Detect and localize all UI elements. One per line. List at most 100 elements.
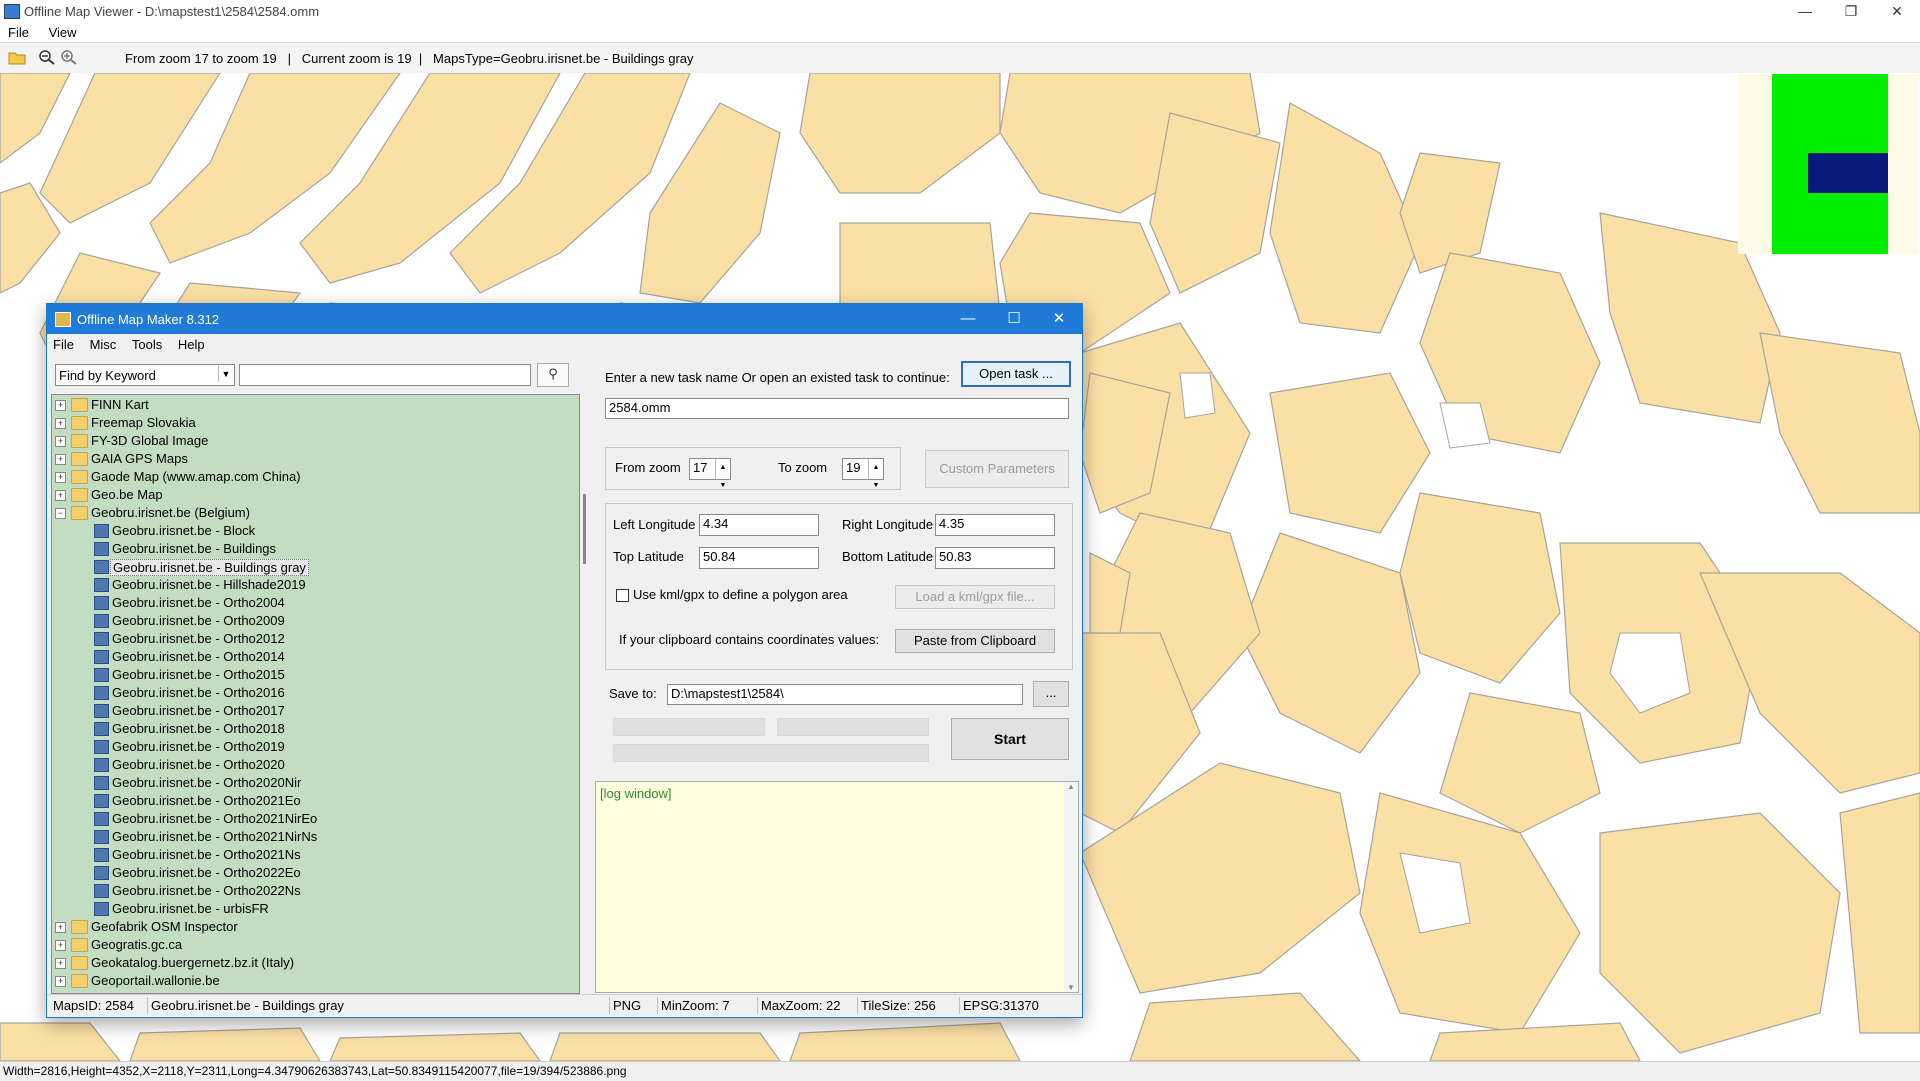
tree-folder-item[interactable]: + Geofabrik OSM Inspector <box>52 918 572 936</box>
start-button[interactable]: Start <box>951 718 1069 760</box>
log-window[interactable]: [log window] ▲ ▼ <box>595 781 1079 993</box>
left-longitude-input[interactable]: 4.34 <box>699 514 819 536</box>
tree-scrollbar[interactable] <box>580 394 592 992</box>
tree-map-item[interactable]: Geobru.irisnet.be - Hillshade2019 <box>52 576 572 594</box>
tree-map-item[interactable]: Geobru.irisnet.be - Ortho2017 <box>52 702 572 720</box>
expand-icon[interactable]: + <box>55 958 66 969</box>
search-mode-select[interactable]: Find by Keyword ▼ <box>55 364 235 386</box>
zoom-in-icon[interactable] <box>60 49 78 65</box>
tree-item-label: Geobru.irisnet.be - Ortho2019 <box>112 739 285 754</box>
tree-map-item[interactable]: Geobru.irisnet.be - Block <box>52 522 572 540</box>
dialog-menu-tools[interactable]: Tools <box>126 334 168 352</box>
tree-map-item[interactable]: Geobru.irisnet.be - Ortho2022Ns <box>52 882 572 900</box>
tree-map-item[interactable]: Geobru.irisnet.be - Ortho2022Eo <box>52 864 572 882</box>
dialog-close-icon[interactable]: ✕ <box>1036 304 1082 334</box>
expand-icon[interactable]: + <box>55 454 66 465</box>
dialog-menu-file[interactable]: File <box>47 334 80 352</box>
tree-map-item[interactable]: Geobru.irisnet.be - Ortho2021Ns <box>52 846 572 864</box>
tree-folder-item[interactable]: + Freemap Slovakia <box>52 414 572 432</box>
expand-icon[interactable]: + <box>55 418 66 429</box>
dialog-menu-help[interactable]: Help <box>172 334 211 352</box>
viewer-toolbar: From zoom 17 to zoom 19 | Current zoom i… <box>0 42 1920 74</box>
tree-folder-item[interactable]: + Gaode Map (www.amap.com China) <box>52 468 572 486</box>
dialog-minimize-icon[interactable]: — <box>945 304 991 334</box>
dialog-maximize-icon[interactable]: ☐ <box>991 304 1037 334</box>
from-zoom-stepper[interactable]: 17 ▲ ▼ <box>689 458 731 489</box>
save-to-input[interactable]: D:\mapstest1\2584\ <box>667 684 1023 705</box>
expand-icon[interactable]: + <box>55 976 66 987</box>
map-source-tree[interactable]: + FINN Kart + Freemap Slovakia + FY-3D Global… <box>51 394 580 994</box>
zoom-out-icon[interactable] <box>38 49 56 65</box>
tree-map-item[interactable]: Geobru.irisnet.be - Buildings gray <box>52 558 572 576</box>
minimize-icon[interactable]: — <box>1782 0 1828 22</box>
load-kml-button[interactable]: Load a kml/gpx file... <box>895 585 1055 609</box>
dialog-title-bar[interactable]: Offline Map Maker 8.312 — ☐ ✕ <box>47 304 1082 334</box>
search-icon[interactable]: ⚲ <box>537 363 569 387</box>
close-icon[interactable]: ✕ <box>1874 0 1920 22</box>
tree-map-item[interactable]: Geobru.irisnet.be - Ortho2004 <box>52 594 572 612</box>
zoom-info-text: From zoom 17 to zoom 19 | Current zoom i… <box>125 51 694 66</box>
tree-item-label: FY-3D Global Image <box>91 433 209 448</box>
tree-map-item[interactable]: Geobru.irisnet.be - Ortho2015 <box>52 666 572 684</box>
from-zoom-spin-icon[interactable]: ▲ ▼ <box>715 459 730 489</box>
menu-file[interactable]: File <box>0 22 37 40</box>
map-layer-icon <box>94 848 109 862</box>
expand-icon[interactable]: + <box>55 940 66 951</box>
minimap[interactable] <box>1738 74 1918 254</box>
custom-parameters-button[interactable]: Custom Parameters <box>925 450 1069 488</box>
tree-map-item[interactable]: Geobru.irisnet.be - Ortho2009 <box>52 612 572 630</box>
tree-map-item[interactable]: Geobru.irisnet.be - Buildings <box>52 540 572 558</box>
tree-item-label: Geokatalog.buergernetz.bz.it (Italy) <box>91 955 295 970</box>
browse-button[interactable]: ... <box>1033 681 1069 707</box>
tree-folder-item[interactable]: + FY-3D Global Image <box>52 432 572 450</box>
collapse-icon[interactable]: − <box>55 508 66 519</box>
tree-map-item[interactable]: Geobru.irisnet.be - Ortho2019 <box>52 738 572 756</box>
log-scroll-down-icon[interactable]: ▼ <box>1064 983 1078 992</box>
restore-icon[interactable]: ❐ <box>1828 0 1874 22</box>
top-latitude-input[interactable]: 50.84 <box>699 547 819 569</box>
tree-map-item[interactable]: Geobru.irisnet.be - Ortho2020Nir <box>52 774 572 792</box>
kml-polygon-checkbox[interactable] <box>616 589 629 602</box>
tree-map-item[interactable]: Geobru.irisnet.be - Ortho2012 <box>52 630 572 648</box>
viewer-menu-bar: File View <box>0 22 1920 42</box>
tree-folder-item[interactable]: + GAIA GPS Maps <box>52 450 572 468</box>
search-input[interactable] <box>239 364 531 386</box>
bottom-latitude-input[interactable]: 50.83 <box>935 547 1055 569</box>
expand-icon[interactable]: + <box>55 436 66 447</box>
to-zoom-stepper[interactable]: 19 ▲ ▼ <box>842 458 884 489</box>
to-zoom-spin-icon[interactable]: ▲ ▼ <box>868 459 883 489</box>
paste-clipboard-button[interactable]: Paste from Clipboard <box>895 629 1055 653</box>
tree-map-item[interactable]: Geobru.irisnet.be - Ortho2020 <box>52 756 572 774</box>
tree-map-item[interactable]: Geobru.irisnet.be - Ortho2014 <box>52 648 572 666</box>
tree-map-item[interactable]: Geobru.irisnet.be - Ortho2016 <box>52 684 572 702</box>
expand-icon[interactable]: + <box>55 400 66 411</box>
menu-view[interactable]: View <box>41 22 85 40</box>
chevron-down-icon[interactable]: ▼ <box>218 366 233 382</box>
tree-map-item[interactable]: Geobru.irisnet.be - Ortho2021Eo <box>52 792 572 810</box>
expand-icon[interactable]: + <box>55 472 66 483</box>
folder-icon <box>71 470 88 484</box>
tree-scrollbar-thumb[interactable] <box>583 494 586 564</box>
tree-folder-item[interactable]: + FINN Kart <box>52 396 572 414</box>
open-task-button[interactable]: Open task ... <box>961 361 1071 387</box>
status-separator <box>959 997 960 1014</box>
log-scrollbar[interactable]: ▲ ▼ <box>1064 782 1078 992</box>
task-name-input[interactable]: 2584.omm <box>605 398 1069 419</box>
tree-map-item[interactable]: Geobru.irisnet.be - urbisFR <box>52 900 572 918</box>
tree-folder-item[interactable]: − Geobru.irisnet.be (Belgium) <box>52 504 572 522</box>
expand-icon[interactable]: + <box>55 490 66 501</box>
dialog-menu-misc[interactable]: Misc <box>84 334 123 352</box>
dialog-title: Offline Map Maker 8.312 <box>77 312 220 327</box>
tree-map-item[interactable]: Geobru.irisnet.be - Ortho2018 <box>52 720 572 738</box>
tree-map-item[interactable]: Geobru.irisnet.be - Ortho2021NirEo <box>52 810 572 828</box>
tree-folder-item[interactable]: + Geoportail.wallonie.be <box>52 972 572 990</box>
tree-folder-item[interactable]: + Geokatalog.buergernetz.bz.it (Italy) <box>52 954 572 972</box>
open-folder-icon[interactable] <box>8 49 26 65</box>
expand-icon[interactable]: + <box>55 922 66 933</box>
tree-folder-item[interactable]: + Geogratis.gc.ca <box>52 936 572 954</box>
right-longitude-input[interactable]: 4.35 <box>935 514 1055 536</box>
folder-icon <box>71 434 88 448</box>
tree-folder-item[interactable]: + Geo.be Map <box>52 486 572 504</box>
tree-map-item[interactable]: Geobru.irisnet.be - Ortho2021NirNs <box>52 828 572 846</box>
tree-item-label: Geo.be Map <box>91 487 163 502</box>
